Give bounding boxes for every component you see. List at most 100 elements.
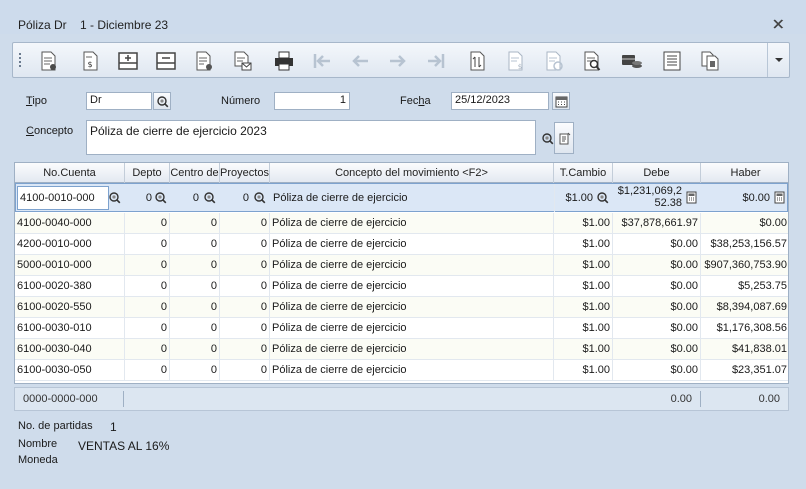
depto-cell[interactable]: 0 [125,297,170,317]
proyecto-cell[interactable]: 0 [220,255,270,275]
debe-cell[interactable]: $0.00 [613,318,701,338]
tcambio-cell[interactable]: $1.00 [554,276,613,296]
haber-cell[interactable]: $23,351.07 [701,360,788,380]
concepto-cell[interactable]: Póliza de cierre de ejercicio [270,276,554,296]
cuenta-cell[interactable]: 4100-0040-000 [15,213,125,233]
calculate-icon[interactable] [465,48,491,74]
tcambio-cell[interactable]: $1.00 [554,297,613,317]
payment-icon[interactable] [619,48,645,74]
concepto-input[interactable]: Póliza de cierre de ejercicio 2023 [86,120,536,155]
accounts-icon[interactable]: $ [503,48,529,74]
search-document-icon[interactable] [579,48,605,74]
haber-cell[interactable]: $0.00 [701,213,788,233]
table-row[interactable]: 4200-0010-000 0 0 0 Póliza de cierre de ejer… [15,234,788,255]
search-icon[interactable] [108,191,121,204]
table-row-selected[interactable]: 4100-0010-000 0 0 0 Póliza de cierre de … [15,183,788,212]
cuenta-cell[interactable]: 6100-0030-010 [15,318,125,338]
header-proyectos[interactable]: Proyectos [220,163,270,183]
haber-cell[interactable]: $5,253.75 [701,276,788,296]
haber-cell[interactable]: $0.00 [702,184,772,212]
tcambio-cell[interactable]: $1.00 [554,213,613,233]
add-row-icon[interactable] [115,48,141,74]
next-icon[interactable] [385,48,411,74]
debe-cell[interactable]: $0.00 [613,339,701,359]
haber-cell[interactable]: $38,253,156.57 [701,234,788,254]
debe-cell[interactable]: $0.00 [613,360,701,380]
toolbar-overflow-button[interactable] [767,43,789,77]
tcambio-cell[interactable]: $1.00 [554,360,613,380]
table-row[interactable]: 6100-0030-050 0 0 0 Póliza de cierre de ejer… [15,360,788,381]
table-row[interactable]: 6100-0030-010 0 0 0 Póliza de cierre de ejer… [15,318,788,339]
header-concepto[interactable]: Concepto del movimiento <F2> [270,163,554,183]
tcambio-cell[interactable]: $1.00 [554,339,613,359]
depto-cell[interactable]: 0 [125,234,170,254]
header-haber[interactable]: Haber [701,163,788,183]
refresh-document-icon[interactable] [541,48,567,74]
proyecto-cell[interactable]: 0 [220,213,270,233]
print-icon[interactable] [271,48,297,74]
cuenta-cell[interactable]: 4200-0010-000 [15,234,125,254]
document-settings-icon[interactable] [191,48,217,74]
numero-input[interactable]: 1 [274,92,350,110]
header-centro[interactable]: Centro de [170,163,220,183]
concepto-cell[interactable]: Póliza de cierre de ejercicio [270,318,554,338]
proyecto-cell[interactable]: 0 [220,318,270,338]
invoice-icon[interactable]: $ [77,48,103,74]
haber-cell[interactable]: $1,176,308.56 [701,318,788,338]
table-row[interactable]: 5000-0010-000 0 0 0 Póliza de cierre de ejer… [15,255,788,276]
haber-cell[interactable]: $907,360,753.90 [701,255,788,275]
concepto-cell[interactable]: Póliza de cierre de ejercicio [270,213,554,233]
depto-cell[interactable]: 0 [126,184,154,212]
depto-cell[interactable]: 0 [125,213,170,233]
debe-cell[interactable]: $1,231,069,2 52.38 [614,184,684,212]
depto-cell[interactable]: 0 [125,255,170,275]
centro-cell[interactable]: 0 [170,255,220,275]
search-icon[interactable] [154,191,167,204]
search-icon[interactable] [203,191,216,204]
table-row[interactable]: 6100-0020-550 0 0 0 Póliza de cierre de ejer… [15,297,788,318]
debe-cell[interactable]: $0.00 [613,276,701,296]
header-debe[interactable]: Debe [613,163,701,183]
tcambio-cell[interactable]: $1.00 [554,318,613,338]
calculator-icon[interactable] [685,191,698,204]
tipo-input[interactable]: Dr [86,92,152,110]
proyecto-cell[interactable]: 0 [220,360,270,380]
cuenta-edit-input[interactable]: 4100-0010-000 [17,186,109,210]
cuenta-cell[interactable]: 6100-0020-550 [15,297,125,317]
remove-row-icon[interactable] [153,48,179,74]
proyecto-cell[interactable]: 0 [220,297,270,317]
depto-cell[interactable]: 0 [125,360,170,380]
debe-cell[interactable]: $0.00 [613,255,701,275]
concepto-cell[interactable]: Póliza de cierre de ejercicio [270,234,554,254]
first-icon[interactable] [309,48,335,74]
new-document-icon[interactable] [35,48,61,74]
list-icon[interactable] [659,48,685,74]
search-icon[interactable] [253,191,266,204]
centro-cell[interactable]: 0 [170,339,220,359]
depto-cell[interactable]: 0 [125,318,170,338]
depto-cell[interactable]: 0 [125,339,170,359]
proyecto-cell[interactable]: 0 [220,339,270,359]
debe-cell[interactable]: $0.00 [613,297,701,317]
tipo-search-button[interactable] [153,92,171,110]
centro-cell[interactable]: 0 [171,184,201,212]
table-row[interactable]: 6100-0020-380 0 0 0 Póliza de cierre de ejer… [15,276,788,297]
date-picker-button[interactable] [552,92,570,110]
concepto-cell[interactable]: Póliza de cierre de ejercicio [270,255,554,275]
email-document-icon[interactable] [229,48,255,74]
depto-cell[interactable]: 0 [125,276,170,296]
concepto-cell[interactable]: Póliza de cierre de ejercicio [270,339,554,359]
centro-cell[interactable]: 0 [170,360,220,380]
centro-cell[interactable]: 0 [170,234,220,254]
concepto-cell[interactable]: Póliza de cierre de ejercicio [270,297,554,317]
close-icon[interactable] [772,18,784,30]
haber-cell[interactable]: $8,394,087.69 [701,297,788,317]
haber-cell[interactable]: $41,838.01 [701,339,788,359]
fecha-input[interactable]: 25/12/2023 [451,92,549,110]
previous-icon[interactable] [347,48,373,74]
header-no-cuenta[interactable]: No.Cuenta [15,163,125,183]
concepto-cell[interactable]: Póliza de cierre de ejercicio [271,184,555,212]
toolbar-grip[interactable] [19,53,22,69]
tcambio-cell[interactable]: $1.00 [554,255,613,275]
last-icon[interactable] [423,48,449,74]
